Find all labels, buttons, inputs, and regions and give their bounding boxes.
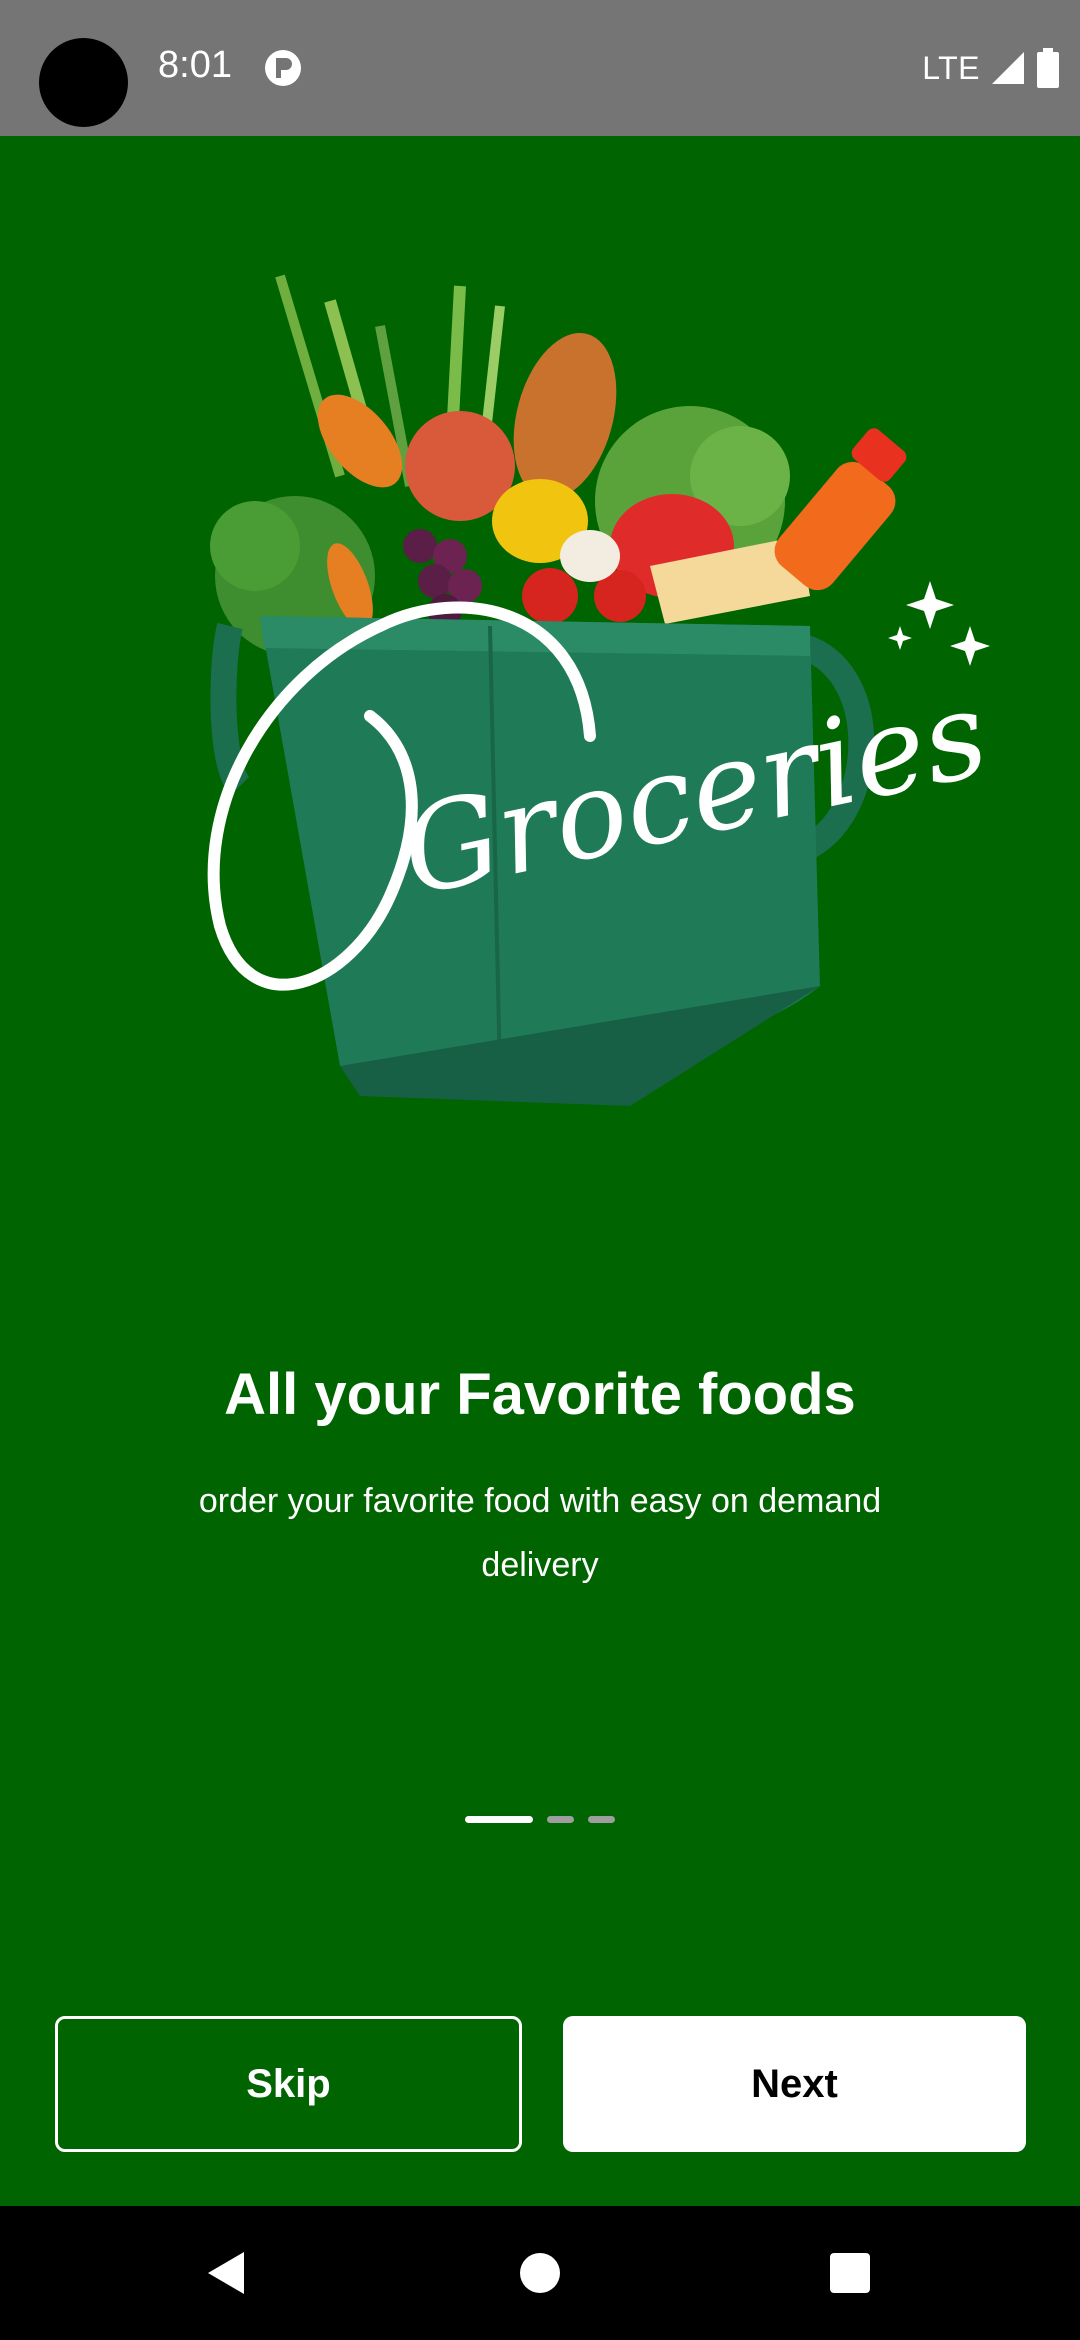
network-label: LTE (922, 49, 980, 86)
status-time: 8:01 (158, 44, 232, 86)
onboarding-title: All your Favorite foods (224, 1362, 856, 1427)
onboarding-subtitle: order your favorite food with easy on de… (198, 1482, 882, 1584)
home-button[interactable] (480, 2206, 600, 2340)
status-bar: 8:01 LTE (0, 0, 1080, 136)
camera-cutout (39, 38, 128, 127)
grocery-bag-illustration: Groceries (207, 274, 999, 1106)
onboarding-screen: Groceries All your Favorite foods order … (0, 136, 1080, 2206)
sparkle-icon (888, 581, 990, 666)
page-dot (588, 1816, 615, 1823)
page-dot (547, 1816, 574, 1823)
page-dot-active (465, 1816, 533, 1823)
recents-button[interactable] (790, 2206, 910, 2340)
page-indicator (0, 1816, 1080, 1823)
home-icon (520, 2253, 560, 2293)
signal-icon (992, 52, 1024, 84)
back-button[interactable] (166, 2206, 286, 2340)
back-icon (208, 2252, 244, 2294)
battery-icon (1037, 48, 1059, 88)
navigation-bar (0, 2206, 1080, 2340)
app-notification-icon (265, 50, 301, 86)
produce-group (210, 274, 907, 656)
next-button[interactable]: Next (563, 2016, 1026, 2152)
status-icons: LTE (922, 44, 1060, 92)
recents-icon (830, 2253, 870, 2293)
skip-button[interactable]: Skip (55, 2016, 522, 2152)
